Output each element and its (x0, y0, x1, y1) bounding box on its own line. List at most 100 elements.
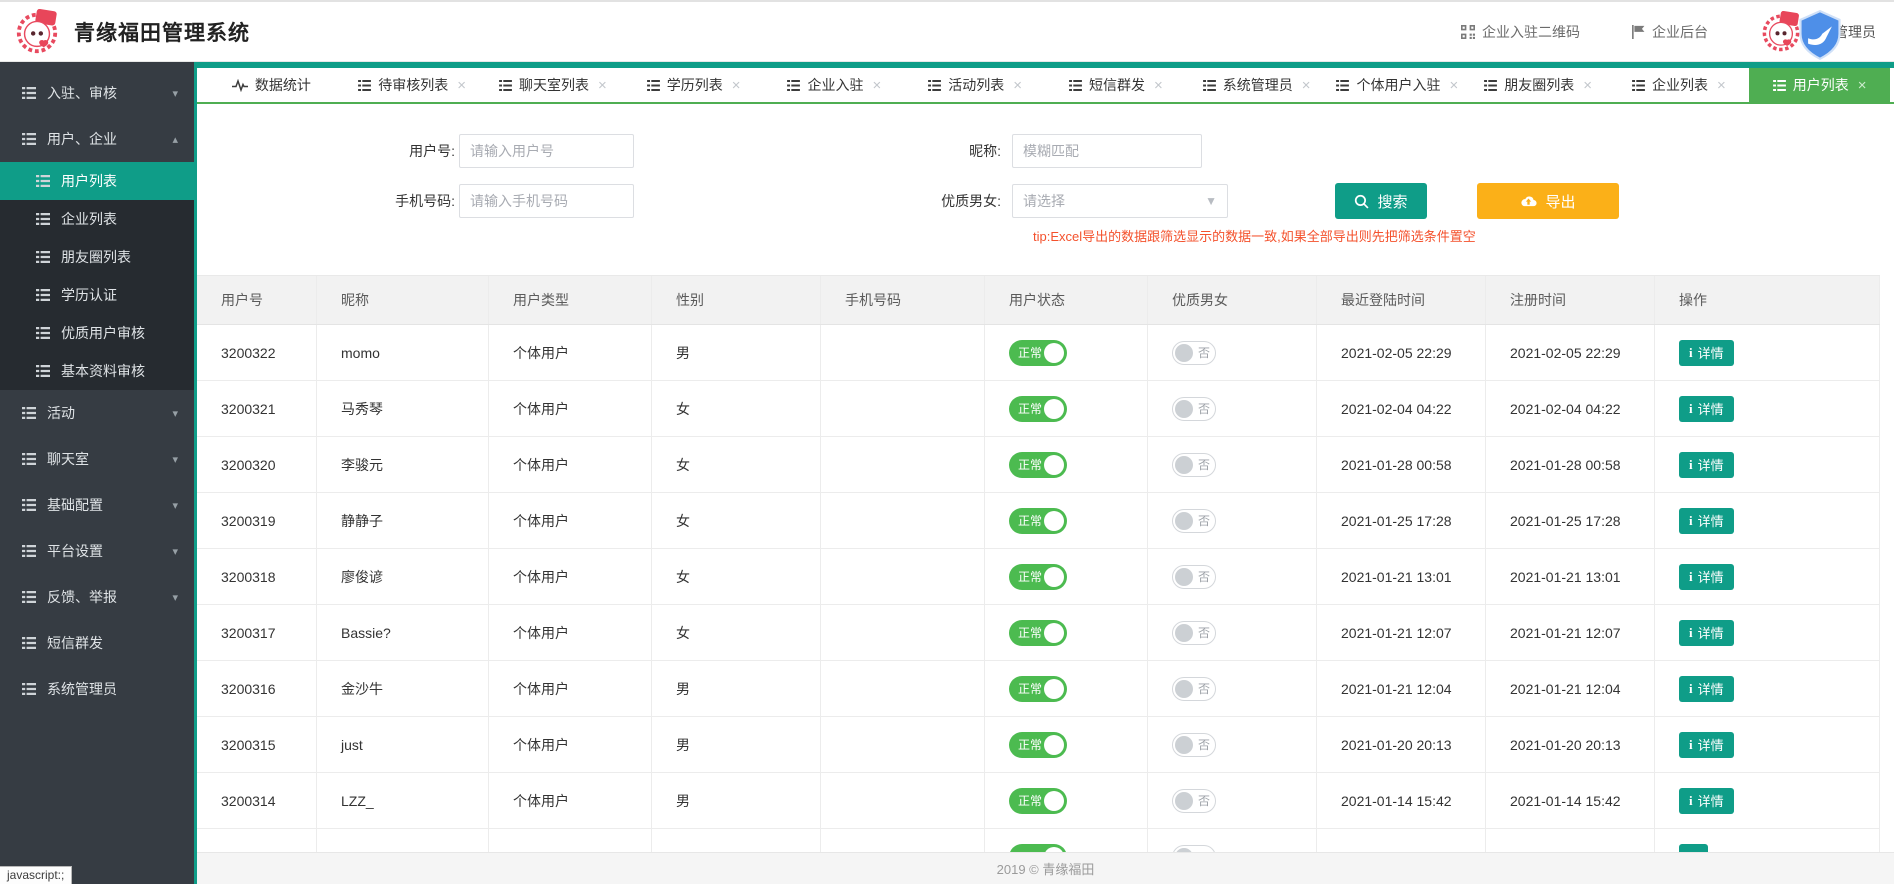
detail-button[interactable]: i 详情 (1679, 340, 1734, 366)
cell-status: 正常 (985, 325, 1148, 380)
status-toggle[interactable] (1009, 844, 1067, 852)
status-toggle-label: 正常 (1018, 568, 1042, 585)
sidebar-item[interactable]: 基本资料审核 (0, 352, 194, 390)
cell-user-id: 3200321 (197, 381, 317, 436)
status-toggle-label: 正常 (1018, 400, 1042, 417)
admin-account[interactable]: 管理员 (1760, 3, 1876, 61)
sidebar-item[interactable]: 短信群发 (0, 620, 194, 666)
close-icon[interactable]: × (1717, 77, 1726, 94)
sidebar-item-label: 用户、企业 (47, 129, 117, 149)
tab[interactable]: 个体用户入驻 × (1327, 68, 1468, 102)
sidebar-item[interactable]: 系统管理员 (0, 666, 194, 712)
tab[interactable]: 短信群发 × (1046, 68, 1187, 102)
detail-button[interactable]: i 详情 (1679, 676, 1734, 702)
sidebar-item[interactable]: 学历认证 (0, 276, 194, 314)
cell-status: 正常 (985, 437, 1148, 492)
column-header: 操作 (1655, 276, 1880, 324)
detail-button[interactable]: i 详情 (1679, 508, 1734, 534)
sidebar-item[interactable]: 用户、企业 ▴ (0, 116, 194, 162)
premium-toggle[interactable]: 否 (1172, 565, 1216, 589)
search-button[interactable]: 搜索 (1335, 183, 1427, 219)
close-icon[interactable]: × (1154, 77, 1163, 94)
close-icon[interactable]: × (598, 77, 607, 94)
premium-toggle[interactable] (1172, 845, 1216, 852)
cell-user-id: 3200322 (197, 325, 317, 380)
premium-toggle[interactable]: 否 (1172, 733, 1216, 757)
export-tip: tip:Excel导出的数据跟筛选显示的数据一致,如果全部导出则先把筛选条件置空 (1033, 226, 1476, 245)
cell-last-login: 2021-01-21 12:07 (1317, 605, 1486, 660)
status-toggle[interactable]: 正常 (1009, 788, 1067, 814)
cell-gender: 女 (652, 549, 821, 604)
sidebar-item[interactable]: 聊天室 ▾ (0, 436, 194, 482)
cell-last-login (1317, 829, 1486, 852)
premium-select[interactable]: 请选择 ▼ (1012, 184, 1228, 218)
close-icon[interactable]: × (457, 77, 466, 94)
close-icon[interactable]: × (1302, 77, 1311, 94)
status-toggle[interactable]: 正常 (1009, 508, 1067, 534)
sidebar-item[interactable]: 活动 ▾ (0, 390, 194, 436)
detail-button[interactable]: i 详情 (1679, 564, 1734, 590)
status-toggle[interactable]: 正常 (1009, 676, 1067, 702)
cell-actions: i 详情 (1655, 381, 1880, 436)
status-toggle[interactable]: 正常 (1009, 396, 1067, 422)
close-icon[interactable]: × (1858, 77, 1867, 94)
tab[interactable]: 企业入驻 × (764, 68, 905, 102)
tab[interactable]: 待审核列表 × (342, 68, 483, 102)
status-toggle[interactable]: 正常 (1009, 620, 1067, 646)
detail-button[interactable]: i 详情 (1679, 732, 1734, 758)
sidebar-item[interactable]: 优质用户审核 (0, 314, 194, 352)
sidebar-item[interactable]: 用户列表 (0, 162, 194, 200)
table-row: 3200316 金沙牛 个体用户 男 正常 (197, 661, 1880, 717)
chevron-icon: ▾ (172, 407, 178, 420)
nickname-input[interactable] (1012, 134, 1202, 168)
close-icon[interactable]: × (1449, 77, 1458, 94)
enterprise-qr-link[interactable]: 企业入驻二维码 (1461, 22, 1580, 42)
tab[interactable]: 用户列表 × (1749, 68, 1890, 102)
sidebar-item[interactable]: 反馈、举报 ▾ (0, 574, 194, 620)
export-button[interactable]: 导出 (1477, 183, 1619, 219)
premium-toggle[interactable]: 否 (1172, 509, 1216, 533)
premium-toggle[interactable]: 否 (1172, 677, 1216, 701)
detail-button[interactable]: i 详情 (1679, 452, 1734, 478)
detail-button[interactable]: i 详情 (1679, 788, 1734, 814)
user-id-input[interactable] (459, 134, 634, 168)
premium-toggle[interactable]: 否 (1172, 397, 1216, 421)
detail-button[interactable]: i 详情 (1679, 396, 1734, 422)
cell-phone (821, 829, 985, 852)
status-toggle[interactable]: 正常 (1009, 340, 1067, 366)
sidebar-item[interactable]: 企业列表 (0, 200, 194, 238)
detail-button[interactable]: i (1679, 844, 1708, 852)
premium-toggle[interactable]: 否 (1172, 453, 1216, 477)
sidebar-item[interactable]: 入驻、审核 ▾ (0, 70, 194, 116)
status-toggle[interactable]: 正常 (1009, 564, 1067, 590)
phone-input[interactable] (459, 184, 634, 218)
cell-user-type: 个体用户 (489, 381, 652, 436)
list-icon (36, 365, 50, 377)
premium-toggle[interactable]: 否 (1172, 789, 1216, 813)
close-icon[interactable]: × (1583, 77, 1592, 94)
enterprise-backend-link[interactable]: 企业后台 (1632, 22, 1708, 42)
status-toggle[interactable]: 正常 (1009, 452, 1067, 478)
tab[interactable]: 学历列表 × (623, 68, 764, 102)
detail-button[interactable]: i 详情 (1679, 620, 1734, 646)
cell-user-type: 个体用户 (489, 437, 652, 492)
tab[interactable]: 朋友圈列表 × (1468, 68, 1609, 102)
tab[interactable]: 数据统计 (201, 68, 342, 102)
sidebar-item[interactable]: 平台设置 ▾ (0, 528, 194, 574)
close-icon[interactable]: × (732, 77, 741, 94)
sidebar-item[interactable]: 基础配置 ▾ (0, 482, 194, 528)
cell-registered: 2021-01-21 13:01 (1486, 549, 1655, 604)
tab[interactable]: 系统管理员 × (1186, 68, 1327, 102)
sidebar-item[interactable]: 朋友圈列表 (0, 238, 194, 276)
tab[interactable]: 活动列表 × (905, 68, 1046, 102)
bird-badge-icon (1794, 9, 1846, 61)
premium-toggle[interactable]: 否 (1172, 341, 1216, 365)
page-title: 青缘福田管理系统 (74, 17, 250, 47)
premium-toggle[interactable]: 否 (1172, 621, 1216, 645)
close-icon[interactable]: × (1013, 77, 1022, 94)
status-toggle[interactable]: 正常 (1009, 732, 1067, 758)
list-icon (1484, 80, 1497, 91)
close-icon[interactable]: × (872, 77, 881, 94)
tab[interactable]: 企业列表 × (1609, 68, 1750, 102)
tab[interactable]: 聊天室列表 × (483, 68, 624, 102)
